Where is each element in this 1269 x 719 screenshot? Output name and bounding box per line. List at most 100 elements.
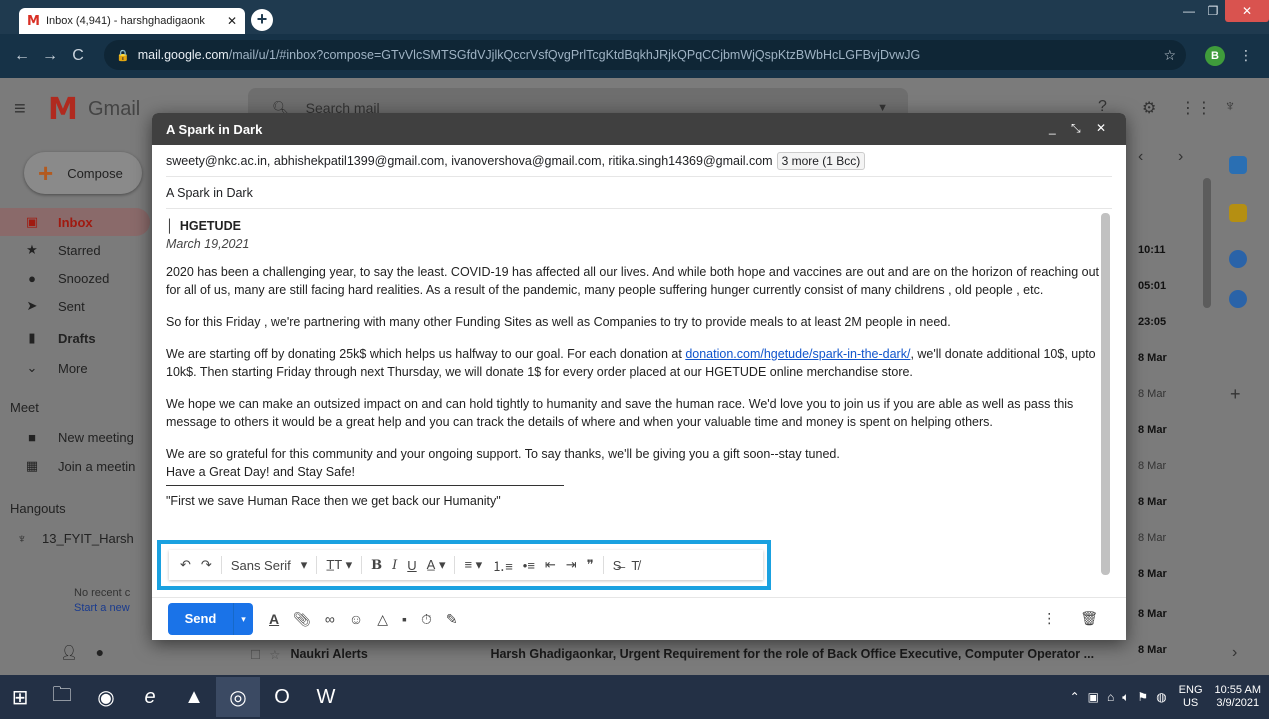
bulleted-list-icon[interactable]: •≡ (523, 558, 535, 573)
close-tab-icon[interactable]: ✕ (227, 14, 237, 28)
url-input[interactable]: 🔒 mail.google.com/mail/u/1/#inbox?compos… (104, 40, 1186, 70)
file-explorer-icon[interactable]: 🗀 (40, 677, 84, 717)
meet-new-meeting[interactable]: ■ New meeting (0, 423, 150, 451)
account-logo-icon[interactable]: ♆ (1224, 98, 1236, 116)
clock-time: 10:55 AM (1214, 684, 1261, 696)
bookmark-star-icon[interactable]: ☆ (1163, 47, 1176, 64)
hangouts-empty: No recent c Start a new (74, 586, 130, 616)
tasks-icon[interactable] (1229, 250, 1247, 268)
sidebar-item-inbox[interactable]: ▣ Inbox (0, 208, 150, 236)
star-icon[interactable]: ☆ (269, 647, 280, 662)
firefox-icon[interactable]: ◉ (84, 677, 128, 717)
sidebar-item-snoozed[interactable]: ● Snoozed (0, 264, 150, 292)
subject-field[interactable]: A Spark in Dark (166, 177, 1112, 209)
compose-window-controls[interactable]: _ ⤡ ✕ (1049, 121, 1112, 136)
font-family-select[interactable]: Sans Serif (231, 558, 291, 573)
flag-icon[interactable]: ⚑ (1137, 690, 1148, 704)
bold-icon[interactable]: B (371, 558, 382, 573)
main-menu-icon[interactable]: ≡ (14, 98, 26, 121)
chrome-icon[interactable]: ◎ (216, 677, 260, 717)
drive-icon[interactable]: △ (377, 611, 388, 628)
vlc-icon[interactable]: ▲ (172, 677, 216, 717)
chat-bubble-icon[interactable]: ● (96, 644, 104, 660)
tray-security-icon[interactable]: ◍ (1156, 690, 1166, 704)
browser-tab-gmail[interactable]: M Inbox (4,941) - harshghadigaonk ✕ (19, 8, 245, 34)
prev-page-icon[interactable]: ‹ (1138, 148, 1143, 166)
opera-icon[interactable]: O (260, 677, 304, 717)
remove-formatting-icon[interactable]: T̸ (631, 558, 639, 573)
tray-expand-icon[interactable]: ⌃ (1070, 690, 1080, 704)
signature-pen-icon[interactable]: ✎ (446, 611, 458, 628)
contacts-icon[interactable] (1229, 290, 1247, 308)
numbered-list-icon[interactable]: ⒈≡ (492, 556, 513, 575)
window-close-icon[interactable]: ✕ (1225, 0, 1269, 22)
italic-icon[interactable]: I (392, 558, 397, 573)
emoji-icon[interactable]: ☺ (349, 611, 363, 627)
person-icon[interactable]: 👤︎ (60, 644, 78, 660)
language-indicator[interactable]: ENG US (1179, 684, 1203, 710)
sidebar-label: Starred (58, 242, 101, 258)
taskbar-clock[interactable]: 10:55 AM 3/9/2021 (1215, 684, 1261, 710)
forward-icon[interactable]: → (36, 47, 64, 65)
settings-gear-icon[interactable]: ⚙ (1142, 98, 1156, 118)
calendar-icon[interactable] (1229, 156, 1247, 174)
redo-icon[interactable]: ↷ (201, 557, 212, 573)
meet-join-meeting[interactable]: ▦ Join a meetin (0, 452, 150, 480)
tray-app-icon[interactable]: ▣ (1088, 690, 1099, 704)
font-dropdown-icon[interactable]: ▾ (301, 557, 308, 573)
recipients-field[interactable]: sweety@nkc.ac.in, abhishekpatil1399@gmai… (166, 145, 1112, 177)
strikethrough-icon[interactable]: S̶ (613, 558, 622, 573)
underline-icon[interactable]: U (407, 558, 416, 573)
sidebar-item-starred[interactable]: ★ Starred (0, 236, 150, 264)
reload-icon[interactable]: C (64, 47, 92, 65)
indent-less-icon[interactable]: ⇤ (545, 557, 556, 573)
network-icon[interactable]: ⌂ (1107, 690, 1114, 704)
windows-start-icon[interactable]: ⊞ (0, 677, 40, 717)
body-paragraph: We are so grateful for this community an… (166, 447, 840, 461)
keep-icon[interactable] (1229, 204, 1247, 222)
send-button[interactable]: Send (168, 603, 233, 635)
add-addon-icon[interactable]: + (1230, 384, 1241, 405)
body-paragraph: So for this Friday , we're partnering wi… (166, 315, 951, 329)
start-new-link[interactable]: Start a new (74, 601, 130, 616)
link-icon[interactable]: ∞ (325, 611, 335, 627)
attach-icon[interactable]: 📎︎ (293, 611, 311, 628)
insert-photo-icon[interactable]: ▪ (402, 611, 407, 627)
confidential-mode-icon[interactable]: ⏱ (421, 611, 432, 628)
message-list-scrollbar[interactable] (1203, 178, 1211, 308)
new-tab-button[interactable]: + (251, 9, 273, 31)
font-size-icon[interactable]: T̲T ▾ (326, 557, 352, 573)
compose-button[interactable]: + Compose (24, 152, 142, 194)
text-color-icon[interactable]: A̲ ▾ (427, 557, 446, 573)
maximize-icon[interactable]: ❐ (1201, 0, 1225, 22)
internet-explorer-icon[interactable]: e (128, 677, 172, 717)
word-icon[interactable]: W (304, 677, 348, 717)
volume-icon[interactable]: 🔈︎ (1122, 690, 1129, 705)
sidebar-item-drafts[interactable]: ▮ Drafts (0, 324, 150, 352)
donation-link[interactable]: donation.com/hgetude/spark-in-the-dark/ (685, 347, 910, 361)
next-page-icon[interactable]: › (1178, 148, 1183, 166)
more-recipients-chip[interactable]: 3 more (1 Bcc) (776, 151, 866, 170)
minimize-icon[interactable]: — (1177, 0, 1201, 22)
back-icon[interactable]: ← (8, 47, 36, 65)
sidebar-item-sent[interactable]: ➤ Sent (0, 292, 150, 320)
schedule-send-dropdown[interactable]: ▾ (233, 603, 253, 635)
compose-header[interactable]: A Spark in Dark _ ⤡ ✕ (152, 113, 1126, 145)
sidebar-item-more[interactable]: ⌄ More (0, 354, 150, 382)
compose-more-actions[interactable]: ⋮ 🗑︎ (1042, 610, 1108, 627)
profile-avatar[interactable]: B (1205, 46, 1225, 66)
align-icon[interactable]: ≡ ▾ (464, 557, 482, 573)
expand-panel-icon[interactable]: › (1232, 644, 1237, 662)
hangouts-user[interactable]: ♆ 13_FYIT_Harsh (0, 524, 150, 552)
gmail-logo-icon[interactable]: M (48, 92, 78, 127)
apps-grid-icon[interactable]: ⋮⋮ (1180, 98, 1212, 118)
message-body[interactable]: │ HGETUDE March 19,2021 2020 has been a c… (166, 217, 1106, 542)
formatting-options-icon[interactable]: A (269, 611, 279, 627)
indent-more-icon[interactable]: ⇥ (566, 557, 577, 573)
list-item[interactable]: ☐ ☆ Naukri Alerts Harsh Ghadigaonkar, Ur… (250, 641, 1130, 667)
checkbox-icon[interactable]: ☐ (250, 647, 261, 662)
quote-icon[interactable]: ❞ (587, 557, 594, 573)
body-scrollbar[interactable] (1101, 213, 1110, 575)
undo-icon[interactable]: ↶ (180, 557, 191, 573)
browser-menu-icon[interactable]: ⋮ (1239, 47, 1253, 64)
